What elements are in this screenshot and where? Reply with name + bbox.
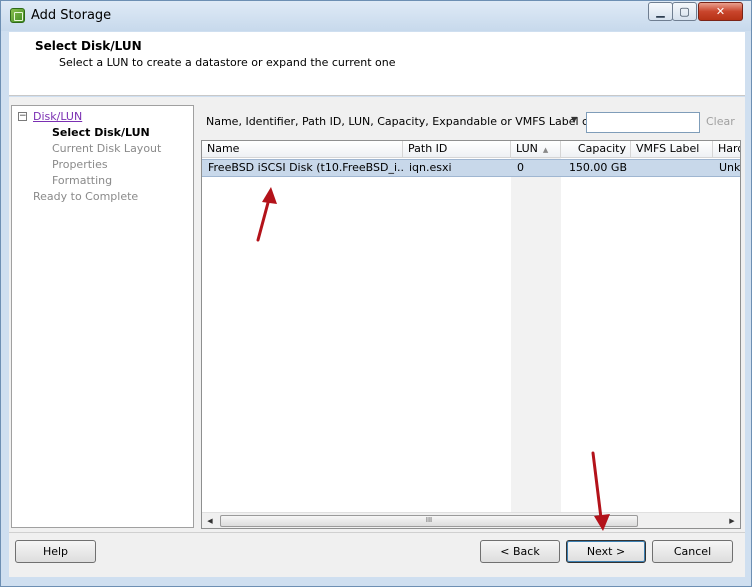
title-bar[interactable]: Add Storage ▁ ▢ ✕ xyxy=(1,1,751,31)
nav-item-properties: Properties xyxy=(52,158,108,171)
table-header: Name Path ID LUN ▲ Capacity VMFS Label Ha… xyxy=(202,141,740,158)
nav-item-current-disk-layout: Current Disk Layout xyxy=(52,142,162,155)
nav-item-select-disk-lun: Select Disk/LUN xyxy=(52,126,150,139)
wizard-header: Select Disk/LUN Select a LUN to create a… xyxy=(9,32,745,96)
column-header-capacity[interactable]: Capacity xyxy=(561,141,631,158)
column-header-lun-label: LUN xyxy=(516,142,538,155)
column-header-name[interactable]: Name xyxy=(202,141,403,158)
sort-ascending-icon: ▲ xyxy=(542,146,549,154)
nav-item-formatting: Formatting xyxy=(52,174,113,187)
cancel-button[interactable]: Cancel xyxy=(652,540,733,563)
page-subtitle: Select a LUN to create a datastore or ex… xyxy=(59,56,396,69)
column-header-lun[interactable]: LUN ▲ xyxy=(511,141,561,158)
minimize-button[interactable]: ▁ xyxy=(648,2,673,21)
app-icon xyxy=(10,8,25,23)
wizard-body: − Disk/LUN Select Disk/LUN Current Disk … xyxy=(9,97,745,532)
page-title: Select Disk/LUN xyxy=(35,39,142,53)
table-row[interactable]: FreeBSD iSCSI Disk (t10.FreeBSD_i... iqn… xyxy=(202,159,741,177)
wizard-steps-nav: − Disk/LUN Select Disk/LUN Current Disk … xyxy=(11,105,194,528)
nav-item-ready-to-complete: Ready to Complete xyxy=(33,190,139,203)
cell-vmfs-label xyxy=(631,160,713,176)
dropdown-arrow-icon[interactable]: ▼ xyxy=(571,115,577,124)
scroll-right-icon[interactable]: ▶ xyxy=(724,513,740,528)
nav-item-disk-lun[interactable]: Disk/LUN xyxy=(33,110,82,123)
maximize-button[interactable]: ▢ xyxy=(672,2,697,21)
cell-lun: 0 xyxy=(517,161,524,174)
filter-input[interactable] xyxy=(586,112,700,133)
column-header-path-id[interactable]: Path ID xyxy=(403,141,511,158)
collapse-toggle-icon[interactable]: − xyxy=(18,112,27,121)
help-button[interactable]: Help xyxy=(15,540,96,563)
cell-name: FreeBSD iSCSI Disk (t10.FreeBSD_i... xyxy=(208,161,403,174)
cell-capacity: 150.00 GB xyxy=(568,161,627,174)
cell-path-id: iqn.esxi xyxy=(409,161,452,174)
horizontal-scrollbar[interactable]: ◀ III ▶ xyxy=(202,512,740,528)
sorted-column-shade xyxy=(511,158,561,512)
wizard-footer: Help < Back Next > Cancel xyxy=(9,532,745,577)
column-header-vmfs-label[interactable]: VMFS Label xyxy=(631,141,713,158)
lun-table: Name Path ID LUN ▲ Capacity VMFS Label Ha… xyxy=(201,140,741,529)
clear-button[interactable]: Clear xyxy=(706,115,735,128)
close-button[interactable]: ✕ xyxy=(698,2,743,21)
filter-field-selector[interactable]: Name, Identifier, Path ID, LUN, Capacity… xyxy=(206,115,599,128)
column-header-hardware[interactable]: Hard xyxy=(713,141,740,158)
scroll-left-icon[interactable]: ◀ xyxy=(202,513,218,528)
next-button[interactable]: Next > xyxy=(566,540,646,563)
window-title: Add Storage xyxy=(31,8,112,23)
cell-hardware: Unk xyxy=(719,161,741,174)
add-storage-window: Add Storage ▁ ▢ ✕ Select Disk/LUN Select… xyxy=(0,0,752,587)
scroll-thumb[interactable]: III xyxy=(220,515,638,527)
back-button[interactable]: < Back xyxy=(480,540,560,563)
